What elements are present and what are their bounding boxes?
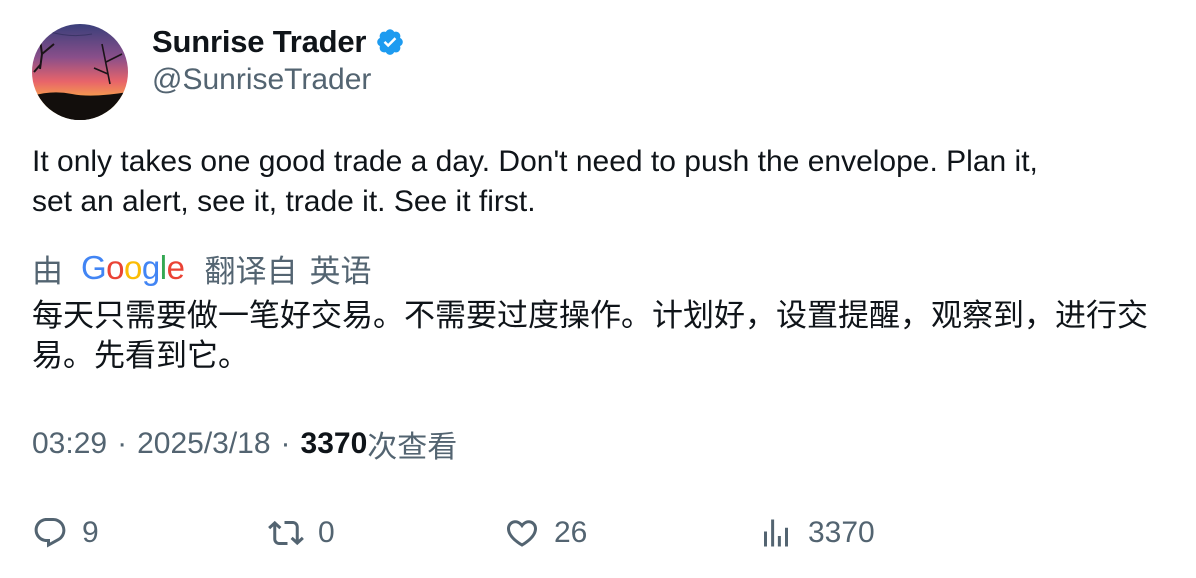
meta-separator: · — [117, 427, 128, 460]
reply-count: 9 — [82, 516, 99, 549]
tweet-text: It only takes one good trade a day. Don'… — [32, 142, 1162, 222]
google-logo[interactable]: Google — [81, 249, 185, 287]
tweet-text-line: set an alert, see it, trade it. See it f… — [32, 185, 536, 218]
tweet-card: Sunrise Trader @SunriseTrader It only ta… — [0, 0, 1196, 578]
reply-icon — [32, 515, 68, 551]
like-button[interactable]: 26 — [504, 508, 587, 558]
avatar[interactable] — [32, 24, 128, 120]
translated-by-label: 由 — [32, 253, 63, 290]
views-bar-chart-icon — [758, 515, 794, 551]
meta-separator: · — [280, 427, 291, 460]
translation-attribution: 由 Google 翻译自 英语 — [32, 246, 371, 290]
author-name-row: Sunrise Trader — [152, 22, 405, 62]
tweet-meta: 03:29 · 2025/3/18 · 3370 次查看 — [32, 424, 458, 465]
heart-icon — [504, 515, 540, 551]
tweet-date[interactable]: 2025/3/18 — [137, 427, 270, 461]
avatar-sunset-image — [32, 24, 128, 120]
like-count: 26 — [554, 516, 588, 549]
views-count: 3370 — [300, 427, 368, 460]
verified-badge-icon — [375, 27, 405, 57]
tweet-text-line: It only takes one good trade a day. Don'… — [32, 145, 1038, 178]
views-button[interactable]: 3370 — [758, 508, 875, 558]
display-name[interactable]: Sunrise Trader — [152, 24, 366, 60]
tweet-time[interactable]: 03:29 — [32, 427, 107, 461]
retweet-count: 0 — [318, 516, 335, 549]
translated-from-label: 翻译自 — [204, 253, 298, 290]
retweet-icon — [268, 515, 304, 551]
source-language: 英语 — [309, 253, 372, 290]
action-bar: 9 0 26 3370 — [0, 508, 1196, 558]
reply-button[interactable]: 9 — [32, 508, 99, 558]
views-label: 次查看 — [367, 430, 458, 465]
views-action-count: 3370 — [808, 516, 875, 549]
translated-text: 每天只需要做一笔好交易。不需要过度操作。计划好，设置提醒，观察到，进行交易。先看… — [32, 298, 1148, 374]
user-handle[interactable]: @SunriseTrader — [152, 63, 371, 97]
retweet-button[interactable]: 0 — [268, 508, 335, 558]
